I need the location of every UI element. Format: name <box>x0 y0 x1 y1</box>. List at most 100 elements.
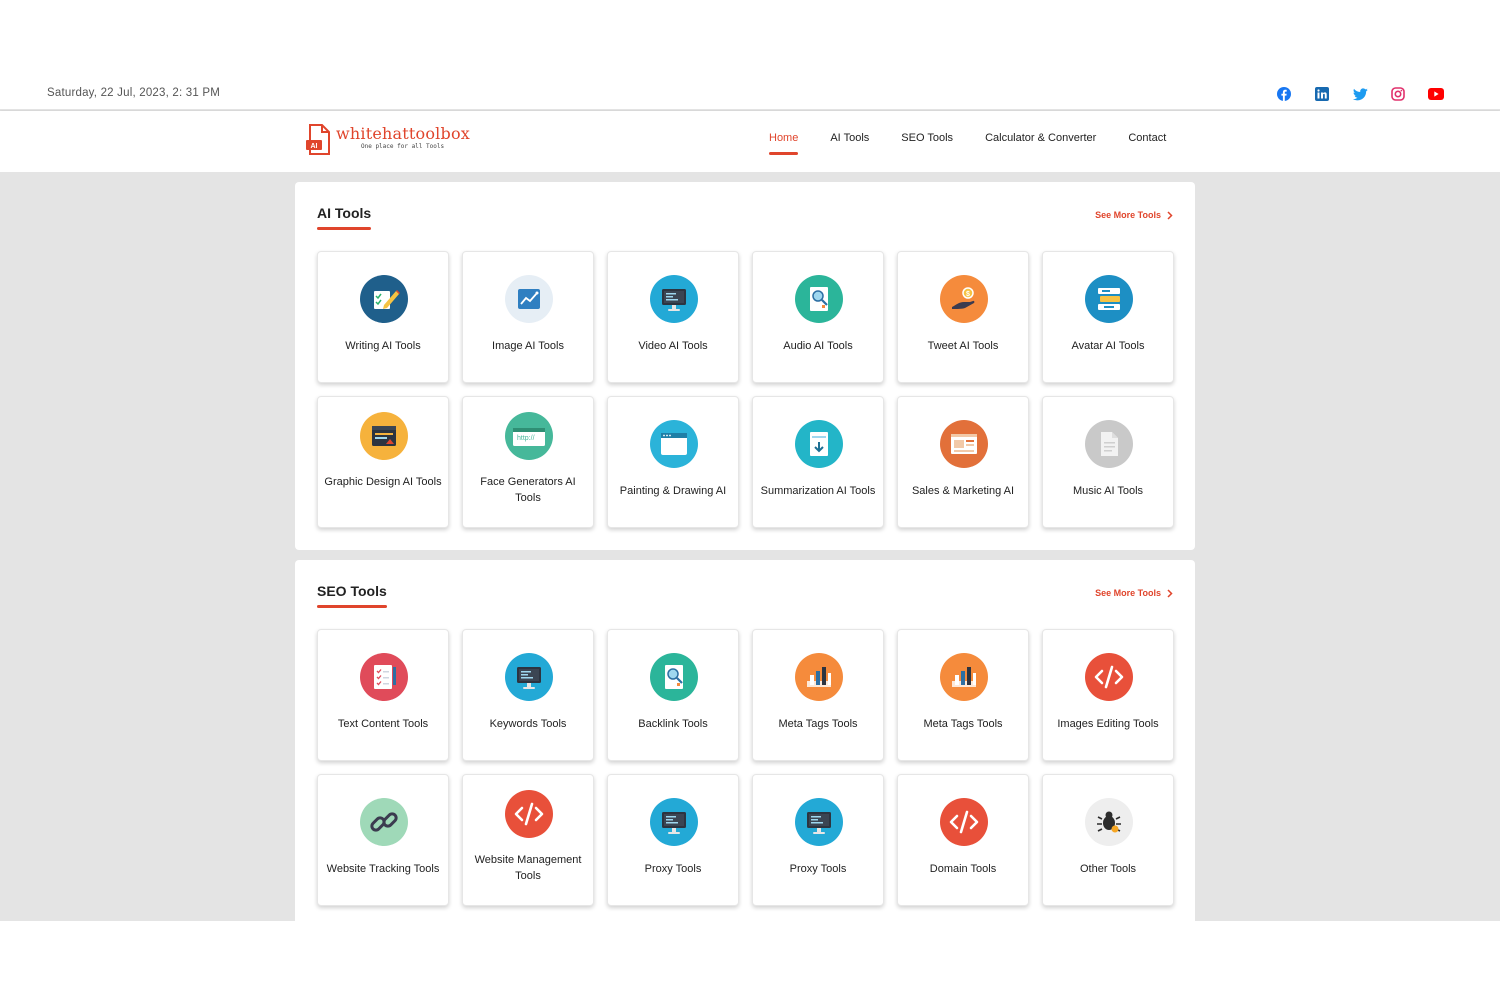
image-chart-icon <box>505 275 553 323</box>
seo-tool-card[interactable]: Keywords Tools <box>462 629 594 761</box>
chevron-right-icon <box>1167 588 1173 598</box>
code-icon <box>940 798 988 846</box>
ai-tool-card[interactable]: Writing AI Tools <box>317 251 449 383</box>
ai-tool-card[interactable]: $ Tweet AI Tools <box>897 251 1029 383</box>
bug-icon <box>1085 798 1133 846</box>
ai-tool-card[interactable]: Painting & Drawing AI <box>607 396 739 528</box>
nav-home[interactable]: Home <box>769 132 799 155</box>
audio-doc-icon <box>795 275 843 323</box>
file-icon <box>1085 420 1133 468</box>
top-bar: Saturday, 22 Jul, 2023, 2: 31 PM <box>0 78 1500 110</box>
seo-tools-heading: SEO Tools <box>317 583 387 608</box>
tool-card-label: Tweet AI Tools <box>927 340 999 352</box>
logo-tagline: One place for all Tools <box>361 143 445 150</box>
youtube-icon[interactable] <box>1428 86 1444 102</box>
writing-icon <box>360 275 408 323</box>
logo-title: whitehattoolbox <box>336 124 470 143</box>
seo-tool-card[interactable]: Meta Tags Tools <box>897 629 1029 761</box>
hand-coin-icon: $ <box>940 275 988 323</box>
monitor-icon <box>650 798 698 846</box>
tool-card-label: Meta Tags Tools <box>923 718 1003 730</box>
browser-window-icon <box>650 420 698 468</box>
nav-calculator-converter[interactable]: Calculator & Converter <box>985 132 1096 144</box>
seo-tool-card[interactable]: Website Management Tools <box>462 774 594 906</box>
tool-card-label: Keywords Tools <box>489 718 567 730</box>
tool-card-label: Audio AI Tools <box>783 340 853 352</box>
ai-tools-grid: Writing AI Tools Image AI Tools Video AI T… <box>317 251 1174 528</box>
monitor-icon <box>505 653 553 701</box>
code-icon <box>1085 653 1133 701</box>
tool-card-label: Other Tools <box>1079 863 1137 875</box>
svg-text:$: $ <box>966 291 970 298</box>
nav-ai-tools[interactable]: AI Tools <box>830 132 869 144</box>
chevron-right-icon <box>1167 210 1173 220</box>
seo-see-more-link[interactable]: See More Tools <box>1095 588 1173 598</box>
tool-card-label: Graphic Design AI Tools <box>324 476 442 488</box>
svg-text:http://: http:// <box>517 435 535 442</box>
tool-card-label: Website Management Tools <box>474 854 582 882</box>
monitor-icon <box>795 798 843 846</box>
webpage-icon <box>940 420 988 468</box>
main-nav: Home AI Tools SEO Tools Calculator & Con… <box>769 132 1198 155</box>
tool-card-label: Face Generators AI Tools <box>480 476 576 504</box>
ai-tool-card[interactable]: Audio AI Tools <box>752 251 884 383</box>
seo-tool-card[interactable]: Proxy Tools <box>752 774 884 906</box>
seo-tools-grid: Text Content Tools Keywords Tools Backlink… <box>317 629 1174 906</box>
seo-tool-card[interactable]: Backlink Tools <box>607 629 739 761</box>
svg-text:AI: AI <box>311 143 318 150</box>
ai-tool-card[interactable]: Summarization AI Tools <box>752 396 884 528</box>
tool-card-label: Sales & Marketing AI <box>911 485 1015 497</box>
facebook-icon[interactable] <box>1276 86 1292 102</box>
date-time: Saturday, 22 Jul, 2023, 2: 31 PM <box>47 87 221 99</box>
tool-card-label: Meta Tags Tools <box>778 718 858 730</box>
linkedin-icon[interactable] <box>1314 86 1330 102</box>
nav-contact[interactable]: Contact <box>1128 132 1166 144</box>
seo-tool-card[interactable]: Domain Tools <box>897 774 1029 906</box>
ai-tools-section: AI Tools See More Tools Writing AI Tools… <box>295 182 1195 550</box>
audio-doc-icon <box>650 653 698 701</box>
page-frame: Saturday, 22 Jul, 2023, 2: 31 PM AI whit… <box>0 78 1500 921</box>
seo-tool-card[interactable]: Images Editing Tools <box>1042 629 1174 761</box>
download-doc-icon <box>795 420 843 468</box>
tool-card-label: Images Editing Tools <box>1057 718 1159 730</box>
ai-tool-card[interactable]: http:// Face Generators AI Tools <box>462 396 594 528</box>
ai-see-more-link[interactable]: See More Tools <box>1095 210 1173 220</box>
site-logo[interactable]: AI whitehattoolbox One place for all Too… <box>305 124 470 156</box>
tool-card-label: Proxy Tools <box>789 863 847 875</box>
seo-tools-section: SEO Tools See More Tools Text Content To… <box>295 560 1195 921</box>
instagram-icon[interactable] <box>1390 86 1406 102</box>
tool-card-label: Website Tracking Tools <box>326 863 440 875</box>
tool-card-label: Domain Tools <box>929 863 997 875</box>
ai-tools-heading: AI Tools <box>317 205 372 230</box>
seo-tool-card[interactable]: Text Content Tools <box>317 629 449 761</box>
code-icon <box>505 790 553 838</box>
browser-http-icon: http:// <box>505 412 553 460</box>
tool-card-label: Painting & Drawing AI <box>619 485 727 497</box>
logo-file-icon: AI <box>305 124 333 156</box>
twitter-icon[interactable] <box>1352 86 1368 102</box>
bar-chart-icon <box>940 653 988 701</box>
ai-tool-card[interactable]: Sales & Marketing AI <box>897 396 1029 528</box>
tool-card-label: Summarization AI Tools <box>760 485 876 497</box>
tool-card-label: Music AI Tools <box>1072 485 1144 497</box>
seo-tool-card[interactable]: Proxy Tools <box>607 774 739 906</box>
ai-tool-card[interactable]: Music AI Tools <box>1042 396 1174 528</box>
tool-card-label: Writing AI Tools <box>345 340 421 352</box>
bar-chart-icon <box>795 653 843 701</box>
tool-card-label: Text Content Tools <box>337 718 429 730</box>
nav-seo-tools[interactable]: SEO Tools <box>901 132 953 144</box>
ai-tool-card[interactable]: Avatar AI Tools <box>1042 251 1174 383</box>
site-header: AI whitehattoolbox One place for all Too… <box>0 111 1500 172</box>
seo-tool-card[interactable]: Other Tools <box>1042 774 1174 906</box>
tool-card-label: Video AI Tools <box>638 340 708 352</box>
tool-card-label: Backlink Tools <box>638 718 708 730</box>
ai-tool-card[interactable]: Video AI Tools <box>607 251 739 383</box>
monitor-icon <box>650 275 698 323</box>
checklist-icon <box>360 653 408 701</box>
ai-tool-card[interactable]: Image AI Tools <box>462 251 594 383</box>
tool-card-label: Image AI Tools <box>492 340 564 352</box>
seo-tool-card[interactable]: Meta Tags Tools <box>752 629 884 761</box>
seo-tool-card[interactable]: Website Tracking Tools <box>317 774 449 906</box>
stack-icon <box>1085 275 1133 323</box>
ai-tool-card[interactable]: Graphic Design AI Tools <box>317 396 449 528</box>
